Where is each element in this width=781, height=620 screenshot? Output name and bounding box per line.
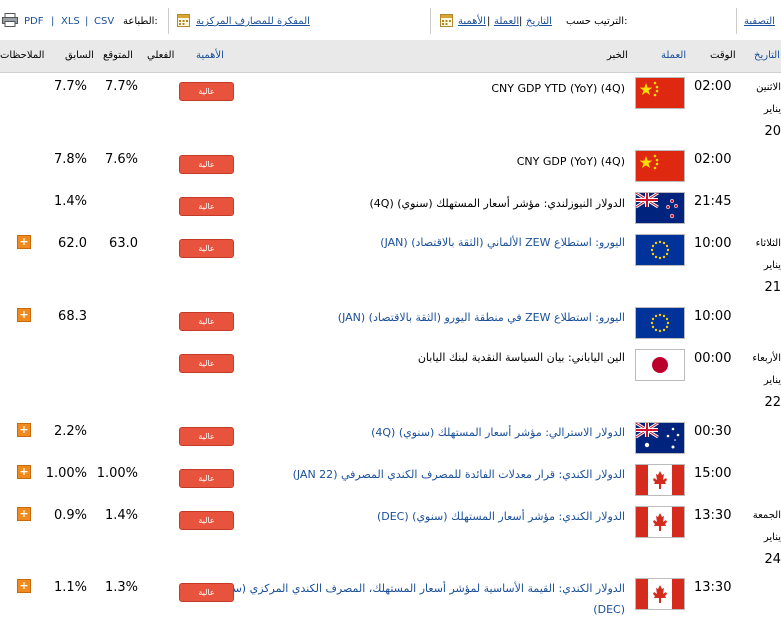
eu-flag-icon xyxy=(635,307,685,339)
toolbar-divider xyxy=(168,8,169,34)
event-title-link[interactable]: الدولار الكندي: القيمة الأساسية لمؤشر أس… xyxy=(205,578,625,620)
event-time: 02:00 xyxy=(694,79,732,94)
print-icon[interactable] xyxy=(2,13,18,27)
column-previous: السابق xyxy=(65,50,94,61)
filter-label[interactable]: التصفية xyxy=(744,16,775,27)
event-title: الين الياباني: بيان السياسة النقدية لبنك… xyxy=(417,351,625,364)
expand-icon[interactable]: + xyxy=(17,507,31,521)
previous-value: 0.9% xyxy=(53,508,87,523)
importance-badge: عالية xyxy=(179,427,234,446)
event-title: (CNY GDP (YoY) (4Q xyxy=(516,155,625,168)
importance-badge: عالية xyxy=(179,469,234,488)
day-label: الأربعاء يناير 22 xyxy=(752,353,781,410)
toolbar-divider xyxy=(430,8,431,34)
event-time: 13:30 xyxy=(694,508,732,523)
forecast-value: 1.4% xyxy=(104,508,138,523)
previous-value: 1.4% xyxy=(53,194,87,209)
event-title-link[interactable]: الدولار الكندي: قرار معدلات الفائدة للمص… xyxy=(205,464,625,485)
importance-badge: عالية xyxy=(179,354,234,373)
event-title-link[interactable]: الدولار الاسترالي: مؤشر أسعار المستهلك (… xyxy=(205,422,625,443)
event-time: 00:30 xyxy=(694,424,732,439)
eu-flag-icon xyxy=(635,234,685,266)
previous-value: 1.00% xyxy=(45,466,87,481)
importance-badge: عالية xyxy=(179,155,234,174)
importance-badge: عالية xyxy=(179,511,234,530)
event-title-link[interactable]: اليورو: استطلاع ZEW الألماني (الثقة بالا… xyxy=(205,232,625,253)
event-time: 00:00 xyxy=(694,351,732,366)
new-zealand-flag-icon xyxy=(635,192,685,224)
csv-link[interactable]: CSV xyxy=(94,0,114,40)
china-flag-icon xyxy=(635,150,685,182)
previous-value: 1.1% xyxy=(53,580,87,595)
toolbar-divider xyxy=(736,8,737,34)
sort-separator: | xyxy=(519,16,523,27)
calendar-icon[interactable] xyxy=(177,14,190,27)
day-label: الاثنين يناير 20 xyxy=(756,82,781,139)
central-bank-link[interactable]: المفكرة للمصارف المركزية xyxy=(196,0,310,40)
print-label: الطباعة: xyxy=(123,16,158,27)
importance-badge: عالية xyxy=(179,82,234,101)
japan-flag-icon xyxy=(635,349,685,381)
expand-icon[interactable]: + xyxy=(17,423,31,437)
event-time: 02:00 xyxy=(694,152,732,167)
expand-icon[interactable]: + xyxy=(17,308,31,322)
column-currency[interactable]: العملة xyxy=(661,40,686,72)
column-forecast: المتوقع xyxy=(103,50,133,61)
event-title-link[interactable]: اليورو: استطلاع ZEW في منطقة اليورو (الث… xyxy=(205,307,625,328)
sort-calendar-icon[interactable] xyxy=(440,14,453,27)
sort-date-link[interactable]: التاريخ xyxy=(526,0,552,40)
canada-flag-icon xyxy=(635,506,685,538)
pdf-link[interactable]: PDF xyxy=(24,0,43,40)
day-label: الجمعة يناير 24 xyxy=(752,510,781,567)
australia-flag-icon xyxy=(635,422,685,454)
event-time: 10:00 xyxy=(694,309,732,324)
forecast-value: 7.7% xyxy=(104,79,138,94)
previous-value: 2.2% xyxy=(53,424,87,439)
event-title: الدولار النيوزلندي: مؤشر أسعار المستهلك … xyxy=(369,197,625,210)
previous-value: 7.7% xyxy=(53,79,87,94)
format-separator: | xyxy=(51,16,55,27)
column-importance[interactable]: الأهمية xyxy=(196,40,224,72)
toolbar: التصفية الترتيب حسب: التاريخ | العملة | … xyxy=(0,0,781,41)
expand-icon[interactable]: + xyxy=(17,465,31,479)
expand-icon[interactable]: + xyxy=(17,579,31,593)
importance-badge: عالية xyxy=(179,197,234,216)
importance-badge: عالية xyxy=(179,239,234,258)
column-date[interactable]: التاريخ xyxy=(754,40,780,72)
sort-by-label: الترتيب حسب: xyxy=(566,16,628,27)
forecast-value: 63.0 xyxy=(109,236,138,251)
expand-icon[interactable]: + xyxy=(17,235,31,249)
sort-importance-link[interactable]: الأهمية xyxy=(458,0,486,40)
previous-value: 7.8% xyxy=(53,152,87,167)
column-time: الوقت xyxy=(710,50,736,61)
importance-badge: عالية xyxy=(179,583,234,602)
table-header: التاريخ الوقت العملة الخبر الأهمية الفعل… xyxy=(0,40,781,73)
canada-flag-icon xyxy=(635,578,685,610)
previous-value: 62.0 xyxy=(58,236,87,251)
event-title: (CNY GDP YTD (YoY) (4Q xyxy=(491,82,625,95)
column-notes: الملاحظات xyxy=(0,50,45,61)
column-actual: الفعلي xyxy=(147,50,175,61)
canada-flag-icon xyxy=(635,464,685,496)
importance-badge: عالية xyxy=(179,312,234,331)
sort-currency-link[interactable]: العملة xyxy=(494,0,519,40)
day-label: الثلاثاء يناير 21 xyxy=(755,238,781,295)
event-time: 10:00 xyxy=(694,236,732,251)
event-title-link[interactable]: الدولار الكندي: مؤشر أسعار المستهلك (سنو… xyxy=(205,506,625,527)
forecast-value: 1.00% xyxy=(96,466,138,481)
event-time: 21:45 xyxy=(694,194,732,209)
format-separator: | xyxy=(85,16,89,27)
forecast-value: 7.6% xyxy=(104,152,138,167)
forecast-value: 1.3% xyxy=(104,580,138,595)
china-flag-icon xyxy=(635,77,685,109)
sort-separator: | xyxy=(487,16,491,27)
xls-link[interactable]: XLS xyxy=(61,0,80,40)
filter-link[interactable]: التصفية xyxy=(744,0,775,40)
previous-value: 68.3 xyxy=(58,309,87,324)
event-time: 15:00 xyxy=(694,466,732,481)
column-event: الخبر xyxy=(607,50,628,61)
event-time: 13:30 xyxy=(694,580,732,595)
